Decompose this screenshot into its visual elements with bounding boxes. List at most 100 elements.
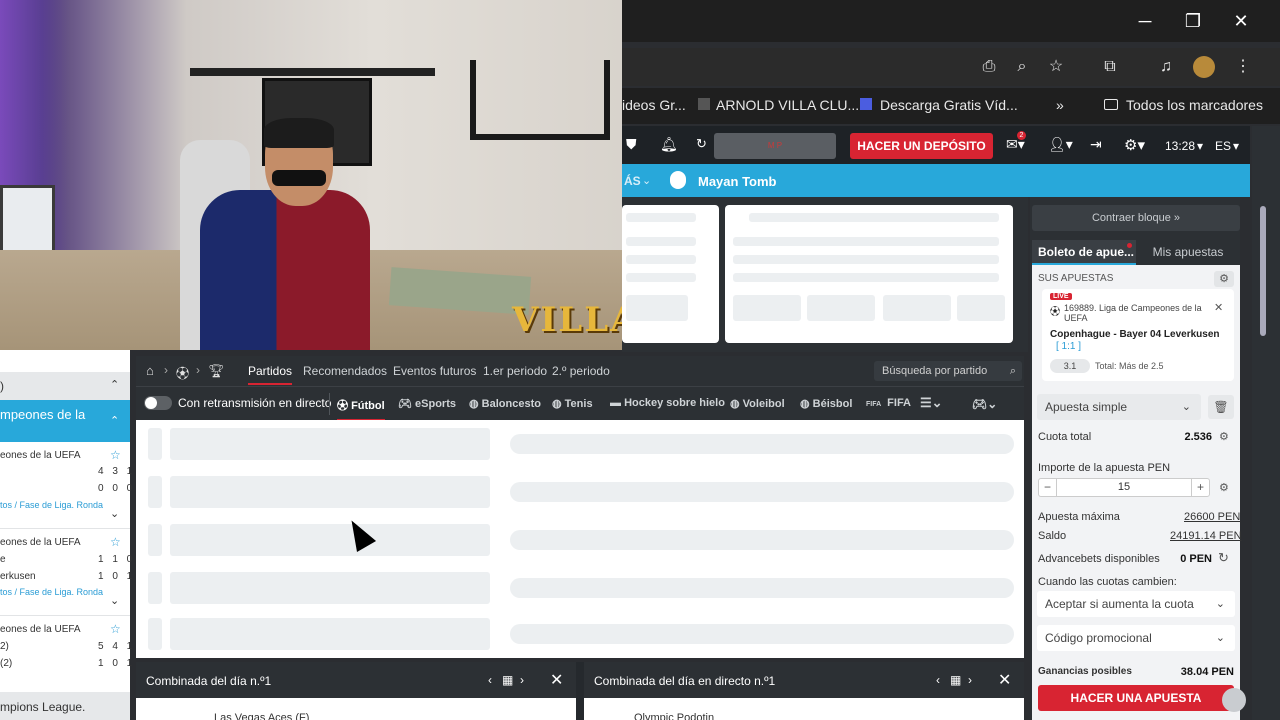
install-app-icon[interactable]: ⎙ bbox=[978, 56, 1000, 78]
event-score: 1 0 1 bbox=[98, 571, 136, 582]
page-scrollbar[interactable] bbox=[1252, 126, 1280, 720]
minimize-button[interactable]: ─ bbox=[1132, 8, 1158, 34]
remove-bet-icon[interactable]: ✕ bbox=[1214, 301, 1223, 314]
close-window-button[interactable]: ✕ bbox=[1228, 8, 1254, 34]
sport-baseball[interactable]: ◍ Béisbol bbox=[800, 397, 852, 410]
search-icon[interactable]: ⌕ bbox=[1010, 361, 1016, 381]
trash-icon[interactable]: 🗑︎ bbox=[1208, 395, 1234, 419]
payment-widget[interactable]: M P bbox=[714, 133, 836, 159]
sport-tennis[interactable]: ◍ Tenis bbox=[552, 397, 593, 410]
tab-second-period[interactable]: 2.º periodo bbox=[552, 364, 610, 378]
bet-mode-select[interactable]: Apuesta simple ⌄ bbox=[1037, 394, 1201, 420]
bell-icon[interactable]: 🔔︎ bbox=[660, 136, 678, 153]
tab-my-bets[interactable]: Mis apuestas bbox=[1136, 240, 1240, 265]
favorite-star-icon[interactable]: ☆ bbox=[110, 448, 121, 462]
odds-change-label: Cuando las cuotas cambien: bbox=[1038, 576, 1177, 588]
chevron-down-icon[interactable]: ▾ bbox=[1197, 139, 1203, 153]
settings-icon[interactable]: ⚙▾ bbox=[1124, 136, 1145, 154]
refresh-icon[interactable]: ↻ bbox=[696, 136, 707, 152]
league-group-header[interactable]: ) ⌃ bbox=[0, 372, 130, 400]
gear-icon[interactable]: ⚙ bbox=[1219, 430, 1229, 443]
chevron-right-icon[interactable]: › bbox=[968, 673, 972, 687]
active-league[interactable]: mpeones de la ⌃ bbox=[0, 400, 130, 442]
combo-row[interactable]: Olympic Podotin bbox=[584, 698, 1024, 720]
sport-ice-hockey[interactable]: ▬ Hockey sobre hielo bbox=[610, 397, 725, 409]
soccer-ball-icon[interactable]: ⚽︎ bbox=[176, 363, 189, 382]
site-header: ⛊ 🔔︎ ↻ M P HACER UN DEPÓSITO ✉▾ 2 👤︎▾ ⇥ … bbox=[622, 126, 1250, 166]
chevron-down-icon[interactable]: ⌄ bbox=[110, 507, 119, 520]
stake-stepper[interactable]: − 15 + bbox=[1038, 478, 1210, 497]
refresh-icon[interactable]: ↻ bbox=[1218, 550, 1229, 566]
match-search-input[interactable]: Búsqueda por partido ⌕ bbox=[874, 361, 1022, 381]
clock-time[interactable]: 13:28 bbox=[1165, 139, 1195, 153]
sport-volleyball[interactable]: ◍ Voleibol bbox=[730, 397, 785, 410]
media-control-icon[interactable]: ♫ bbox=[1155, 56, 1177, 78]
tab-recommended[interactable]: Recomendados bbox=[303, 364, 387, 378]
stake-input[interactable]: 15 bbox=[1057, 479, 1191, 496]
sport-label: Hockey sobre hielo bbox=[624, 397, 725, 409]
event-round-link[interactable]: tos / Fase de Liga. Ronda bbox=[0, 587, 103, 597]
profile-avatar[interactable] bbox=[1193, 56, 1215, 78]
combo-title: Combinada del día n.º1 bbox=[146, 674, 272, 688]
shield-icon[interactable]: ⛊ bbox=[626, 136, 637, 153]
more-bookmarks-button[interactable]: » bbox=[1056, 97, 1064, 113]
chevron-left-icon[interactable]: ‹ bbox=[488, 673, 492, 687]
sport-fifa[interactable]: FIFA FIFA bbox=[866, 397, 911, 409]
restore-button[interactable]: ❐ bbox=[1180, 8, 1206, 34]
chevron-down-icon[interactable]: ⌄ bbox=[110, 594, 119, 607]
gear-icon[interactable]: ⚙ bbox=[1214, 271, 1234, 287]
tab-matches[interactable]: Partidos bbox=[248, 364, 293, 385]
zoom-icon[interactable]: ⌕ bbox=[1011, 56, 1033, 78]
tab-future-events[interactable]: Eventos futuros bbox=[393, 364, 476, 378]
bookmark-item[interactable]: ideos Gr... bbox=[622, 97, 686, 113]
max-bet-value[interactable]: 26600 PEN bbox=[1184, 511, 1240, 523]
chevron-right-icon[interactable]: › bbox=[520, 673, 524, 687]
gamepad-filter-icon[interactable]: 🎮︎⌄ bbox=[972, 397, 997, 411]
bet-event-name: 169889. Liga de Campeones de la UEFA bbox=[1064, 303, 1202, 323]
sport-football[interactable]: ⚽︎ Fútbol bbox=[337, 397, 385, 421]
chevron-up-icon[interactable]: ⌃ bbox=[110, 414, 119, 427]
chevron-down-icon[interactable]: ▾ bbox=[1233, 139, 1239, 153]
sport-basketball[interactable]: ◍ Baloncesto bbox=[469, 397, 541, 410]
chevron-left-icon[interactable]: ‹ bbox=[936, 673, 940, 687]
calendar-icon[interactable]: ▦ bbox=[950, 673, 961, 687]
collapse-block-button[interactable]: Contraer bloque » bbox=[1032, 205, 1240, 231]
browser-menu-icon[interactable]: ⋮ bbox=[1232, 56, 1254, 78]
combo-row[interactable]: Las Vegas Aces (F) bbox=[136, 698, 576, 720]
tab-bet-slip[interactable]: Boleto de apue... bbox=[1032, 240, 1136, 265]
bookmark-star-icon[interactable]: ☆ bbox=[1045, 56, 1067, 78]
language-selector[interactable]: ES bbox=[1215, 139, 1231, 153]
balance-value[interactable]: 24191.14 PEN bbox=[1170, 530, 1242, 542]
gear-icon[interactable]: ⚙ bbox=[1219, 481, 1229, 494]
favorite-star-icon[interactable]: ☆ bbox=[110, 622, 121, 636]
chat-support-icon[interactable] bbox=[1222, 688, 1246, 712]
bookmark-item[interactable]: Descarga Gratis Víd... bbox=[860, 97, 1018, 113]
more-menu[interactable]: ÁS bbox=[624, 174, 641, 188]
league-footer[interactable]: mpions League. bbox=[0, 692, 130, 720]
live-stream-toggle[interactable] bbox=[144, 396, 172, 410]
event-round-link[interactable]: tos / Fase de Liga. Ronda bbox=[0, 500, 103, 510]
odds-change-select[interactable]: Aceptar si aumenta la cuota ⌄ bbox=[1037, 591, 1235, 617]
favorite-star-icon[interactable]: ☆ bbox=[110, 535, 121, 549]
deposit-button[interactable]: HACER UN DEPÓSITO bbox=[850, 133, 993, 159]
logout-icon[interactable]: ⇥ bbox=[1090, 136, 1102, 153]
bookmark-item[interactable]: ARNOLD VILLA CLU... bbox=[698, 97, 859, 113]
more-sports-icon[interactable]: ☰⌄ bbox=[920, 395, 943, 411]
sport-nav-user-item[interactable]: Mayan Tomb bbox=[698, 174, 777, 189]
close-icon[interactable]: ✕ bbox=[998, 670, 1011, 690]
scrollbar-thumb[interactable] bbox=[1260, 206, 1266, 336]
increase-button[interactable]: + bbox=[1191, 479, 1209, 496]
sport-esports[interactable]: 🎮︎ eSports bbox=[398, 397, 456, 410]
chevron-up-icon[interactable]: ⌃ bbox=[110, 378, 119, 391]
home-icon[interactable]: ⌂ bbox=[146, 363, 154, 378]
promo-code-select[interactable]: Código promocional ⌄ bbox=[1037, 625, 1235, 651]
all-bookmarks-button[interactable]: Todos los marcadores bbox=[1104, 97, 1263, 113]
decrease-button[interactable]: − bbox=[1039, 479, 1057, 496]
user-icon[interactable]: 👤︎▾ bbox=[1048, 136, 1073, 153]
close-icon[interactable]: ✕ bbox=[550, 670, 563, 690]
place-bet-button[interactable]: HACER UNA APUESTA bbox=[1038, 685, 1234, 711]
extensions-icon[interactable]: ⧉ bbox=[1099, 56, 1121, 78]
calendar-icon[interactable]: ▦ bbox=[502, 673, 513, 687]
trophy-icon[interactable]: 🏆︎ bbox=[208, 363, 225, 379]
tab-first-period[interactable]: 1.er periodo bbox=[483, 364, 547, 378]
